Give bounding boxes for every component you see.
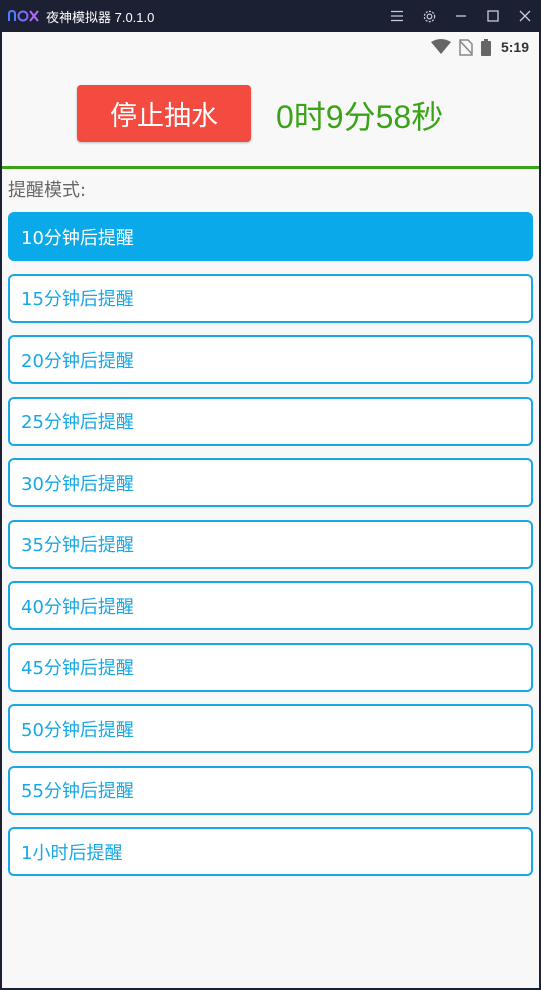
close-icon[interactable]	[509, 0, 541, 32]
emulator-title-bar: 夜神模拟器 7.0.1.0	[0, 0, 541, 32]
header-divider	[2, 166, 539, 169]
reminder-options-list: 10分钟后提醒 15分钟后提醒 20分钟后提醒 25分钟后提醒 30分钟后提醒 …	[8, 212, 533, 889]
menu-icon[interactable]	[381, 0, 413, 32]
maximize-icon[interactable]	[477, 0, 509, 32]
reminder-mode-label: 提醒模式:	[8, 180, 87, 201]
reminder-option-45min[interactable]: 45分钟后提醒	[8, 642, 533, 692]
android-screen: 5:19 停止抽水 0时9分58秒 提醒模式: 10分钟后提醒 15分钟后提醒 …	[0, 32, 541, 990]
minimize-icon[interactable]	[445, 0, 477, 32]
emulator-title: 夜神模拟器 7.0.1.0	[46, 9, 155, 25]
reminder-option-15min[interactable]: 15分钟后提醒	[8, 273, 533, 323]
android-status-bar: 5:19	[2, 32, 539, 62]
no-sim-icon	[459, 38, 473, 56]
reminder-option-1hour[interactable]: 1小时后提醒	[8, 827, 533, 876]
reminder-option-10min[interactable]: 10分钟后提醒	[8, 212, 533, 261]
wifi-icon	[430, 39, 451, 55]
reminder-option-30min[interactable]: 30分钟后提醒	[8, 458, 533, 507]
reminder-option-50min[interactable]: 50分钟后提醒	[8, 704, 533, 753]
countdown-timer: 0时9分58秒	[276, 99, 444, 135]
nox-logo	[8, 8, 40, 24]
reminder-option-35min[interactable]: 35分钟后提醒	[8, 519, 533, 569]
reminder-option-25min[interactable]: 25分钟后提醒	[8, 396, 533, 446]
stop-pumping-button[interactable]: 停止抽水	[77, 85, 251, 142]
reminder-option-55min[interactable]: 55分钟后提醒	[8, 765, 533, 815]
reminder-option-40min[interactable]: 40分钟后提醒	[8, 581, 533, 630]
status-clock: 5:19	[500, 39, 529, 55]
battery-icon	[480, 38, 491, 56]
gear-icon[interactable]	[413, 0, 445, 32]
reminder-option-20min[interactable]: 20分钟后提醒	[8, 335, 533, 384]
